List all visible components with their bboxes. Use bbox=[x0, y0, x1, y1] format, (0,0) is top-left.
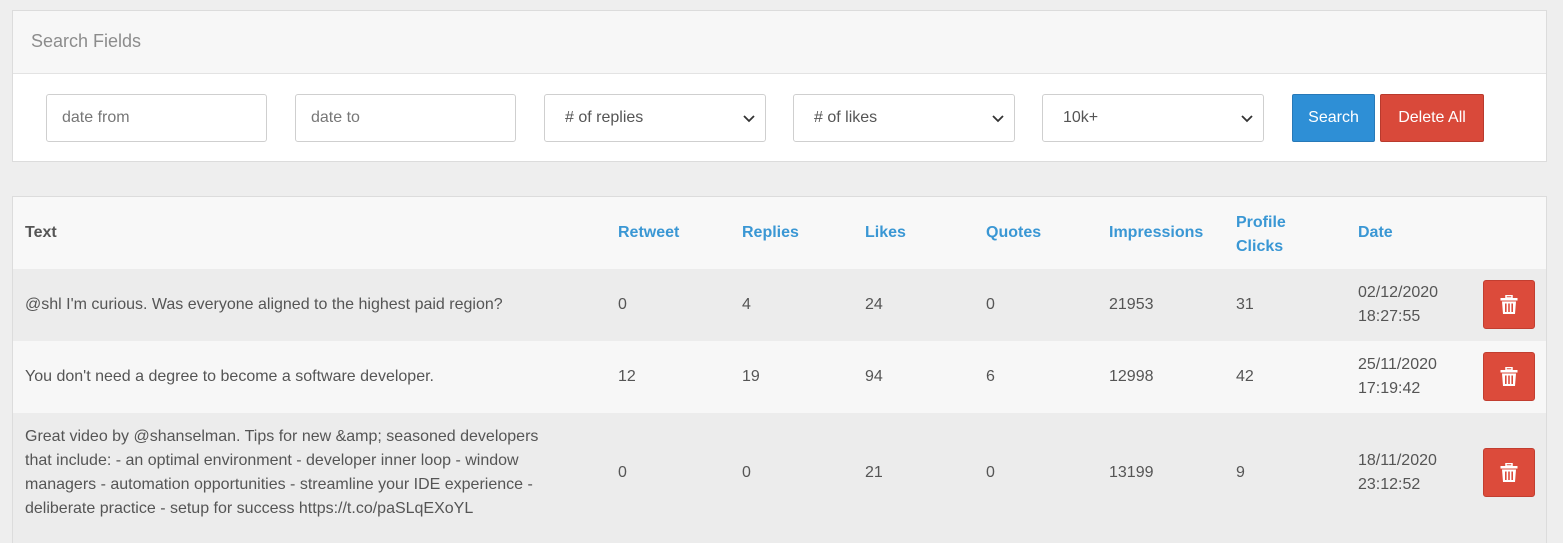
tweet-date: 18/11/2020 23:12:52 bbox=[1358, 449, 1437, 497]
impressions-count: 12998 bbox=[1109, 368, 1154, 385]
quotes-count: 0 bbox=[986, 464, 995, 481]
likes-select-value: # of likes bbox=[814, 109, 878, 126]
column-replies[interactable]: Replies bbox=[742, 224, 799, 242]
table-row: Great video by @shanselman. Tips for new… bbox=[13, 413, 1546, 543]
likes-select[interactable]: # of likes bbox=[793, 94, 1015, 142]
column-text: Text bbox=[25, 224, 57, 241]
delete-row-button[interactable] bbox=[1483, 352, 1535, 401]
replies-count: 4 bbox=[742, 296, 751, 313]
quotes-count: 0 bbox=[986, 296, 995, 313]
tweets-table: Text Retweet Replies Likes Quotes Impres… bbox=[12, 196, 1547, 543]
column-impressions[interactable]: Impressions bbox=[1109, 224, 1203, 242]
tweet-date-time: 18:27:55 bbox=[1358, 308, 1421, 325]
replies-count: 0 bbox=[742, 464, 751, 481]
tweet-date-day: 02/12/2020 bbox=[1358, 284, 1439, 301]
column-date[interactable]: Date bbox=[1358, 224, 1393, 242]
panel-title: Search Fields bbox=[13, 11, 1546, 74]
search-button[interactable]: Search bbox=[1292, 94, 1375, 142]
replies-select[interactable]: # of replies bbox=[544, 94, 766, 142]
tweet-text-line: that include: - an optimal environment -… bbox=[25, 452, 519, 469]
tweet-text-line: managers - automation opportunities - st… bbox=[25, 476, 533, 493]
replies-count: 19 bbox=[742, 368, 760, 385]
date-from-input[interactable]: date from bbox=[46, 94, 267, 142]
column-profile-clicks[interactable]: Profile Clicks bbox=[1236, 211, 1286, 259]
trash-icon bbox=[1500, 294, 1518, 314]
likes-count: 24 bbox=[865, 296, 883, 313]
trash-icon bbox=[1500, 366, 1518, 386]
column-quotes[interactable]: Quotes bbox=[986, 224, 1041, 242]
delete-all-button[interactable]: Delete All bbox=[1380, 94, 1484, 142]
tweet-text-line: deliberate practice - setup for success … bbox=[25, 500, 474, 517]
tweet-text-line: Great video by @shanselman. Tips for new… bbox=[25, 428, 539, 445]
search-fields-panel: Search Fields date from date to # of rep… bbox=[12, 10, 1547, 162]
likes-count: 94 bbox=[865, 368, 883, 385]
retweet-count: 0 bbox=[618, 464, 627, 481]
chevron-down-icon bbox=[992, 115, 1004, 123]
trash-icon bbox=[1500, 462, 1518, 482]
profile-clicks-count: 9 bbox=[1236, 464, 1245, 481]
column-retweet[interactable]: Retweet bbox=[618, 224, 679, 242]
impressions-count: 13199 bbox=[1109, 464, 1154, 481]
profile-clicks-count: 31 bbox=[1236, 296, 1254, 313]
tweet-date-day: 25/11/2020 bbox=[1358, 356, 1437, 373]
impressions-count: 21953 bbox=[1109, 296, 1154, 313]
count-select[interactable]: 10k+ bbox=[1042, 94, 1264, 142]
tweet-text: You don't need a degree to become a soft… bbox=[25, 368, 434, 385]
count-select-value: 10k+ bbox=[1063, 109, 1099, 126]
tweet-date-time: 17:19:42 bbox=[1358, 380, 1421, 397]
retweet-count: 12 bbox=[618, 368, 636, 385]
retweet-count: 0 bbox=[618, 296, 627, 313]
column-profile-clicks-line2: Clicks bbox=[1236, 238, 1284, 255]
date-to-input[interactable]: date to bbox=[295, 94, 516, 142]
quotes-count: 6 bbox=[986, 368, 995, 385]
tweet-text: Great video by @shanselman. Tips for new… bbox=[25, 425, 538, 521]
tweet-text: @shl I'm curious. Was everyone aligned t… bbox=[25, 296, 503, 313]
chevron-down-icon bbox=[1241, 115, 1253, 123]
replies-select-value: # of replies bbox=[565, 109, 644, 126]
tweet-date-time: 23:12:52 bbox=[1358, 476, 1421, 493]
tweet-date: 25/11/2020 17:19:42 bbox=[1358, 353, 1437, 401]
date-from-placeholder: date from bbox=[62, 109, 130, 126]
profile-clicks-count: 42 bbox=[1236, 368, 1254, 385]
date-to-placeholder: date to bbox=[311, 109, 360, 126]
table-row: @shl I'm curious. Was everyone aligned t… bbox=[13, 269, 1546, 341]
column-likes[interactable]: Likes bbox=[865, 224, 906, 242]
likes-count: 21 bbox=[865, 464, 883, 481]
tweet-date-day: 18/11/2020 bbox=[1358, 452, 1437, 469]
tweet-date: 02/12/2020 18:27:55 bbox=[1358, 281, 1438, 329]
delete-row-button[interactable] bbox=[1483, 280, 1535, 329]
chevron-down-icon bbox=[743, 115, 755, 123]
column-profile-clicks-line1: Profile bbox=[1236, 214, 1286, 231]
table-header: Text Retweet Replies Likes Quotes Impres… bbox=[13, 197, 1546, 269]
delete-row-button[interactable] bbox=[1483, 448, 1535, 497]
table-row: You don't need a degree to become a soft… bbox=[13, 341, 1546, 413]
